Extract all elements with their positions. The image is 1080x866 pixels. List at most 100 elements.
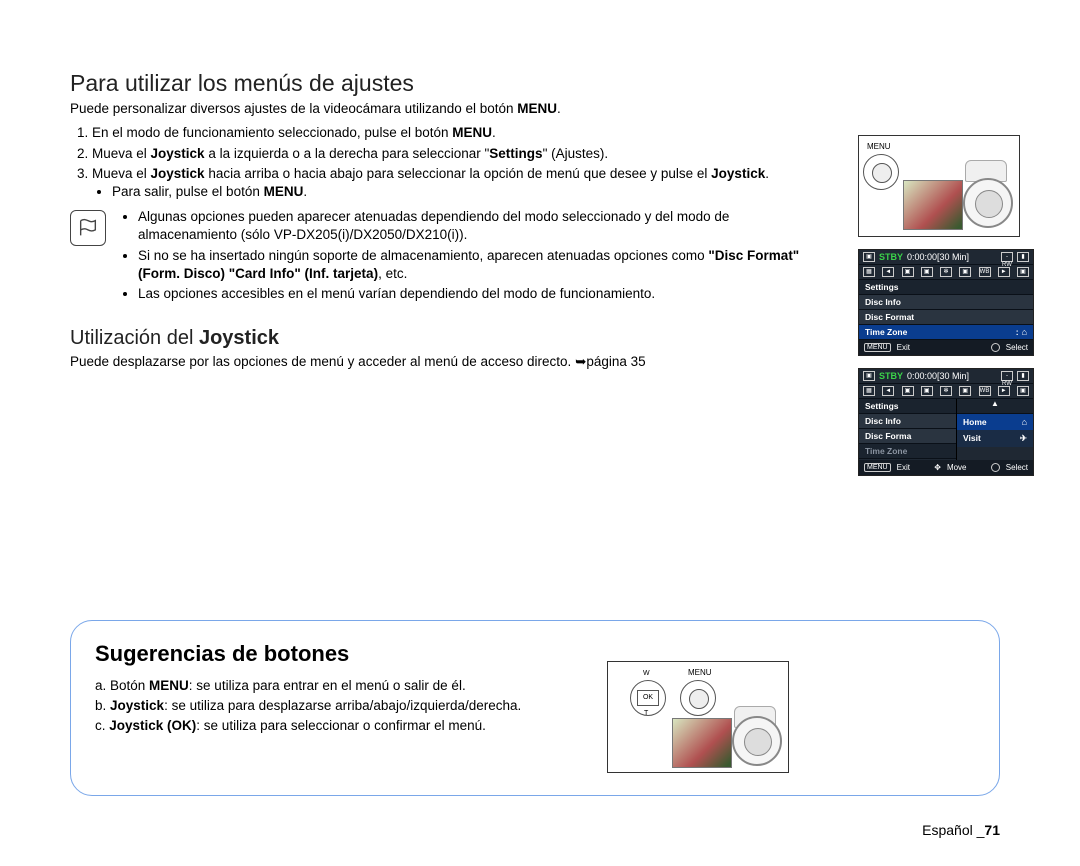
footer-lang: Español _ (922, 822, 984, 838)
note-3: Las opciones accesibles en el menú varía… (138, 285, 820, 303)
h2-b: Joystick (199, 327, 279, 349)
tipb-post: : se utiliza para desplazarse arriba/aba… (164, 698, 521, 713)
camcorder-body-icon (903, 160, 1013, 230)
tipa-post: : se utiliza para entrar en el menú o sa… (189, 678, 466, 693)
rec-time-2: 0:00:00[30 Min] (907, 371, 997, 381)
intro-menu-bold: MENU (517, 101, 557, 116)
note-icon (70, 210, 106, 246)
step2-c: a la izquierda o a la derecha para selec… (205, 146, 490, 161)
note-block: Algunas opciones pueden aparecer atenuad… (70, 208, 820, 305)
tip-a: a. Botón MENU: se utiliza para entrar en… (95, 677, 615, 695)
exit-c: . (303, 184, 307, 199)
home-icon (1022, 327, 1027, 337)
battery-icon-2: ▮ (1017, 371, 1029, 381)
rec-time: 0:00:00[30 Min] (907, 252, 997, 262)
step3-e: . (765, 166, 769, 181)
steps-list: En el modo de funcionamiento seleccionad… (70, 124, 820, 200)
menu-pill: MENU (864, 343, 891, 352)
lcd1-timezone-label: Time Zone (865, 327, 907, 337)
exit-a: Para salir, pulse el botón (112, 184, 264, 199)
note2-a: Si no se ha insertado ningún soporte de … (138, 248, 708, 263)
menu-label: MENU (867, 142, 891, 151)
joystick-text: Puede desplazarse por las opciones de me… (70, 354, 820, 370)
stby-label-2: STBY (879, 371, 903, 381)
h2-a: Utilización del (70, 327, 199, 349)
grid-icon-2: ▦ (863, 386, 875, 396)
tipa-pre: a. Botón (95, 678, 149, 693)
camcorder-icon-2: ▣ (863, 371, 875, 381)
lcd2-timezone: Time Zone (859, 444, 956, 459)
chev-right-icon-2: ► (998, 386, 1010, 396)
lcd2-settings: Settings (859, 399, 956, 414)
right-illustration-column: MENU ▣ STBY 0:00:00[30 Min] -RW ▮ ▦ ◄ ▣ (858, 135, 1018, 476)
zoom-t-label: T (644, 710, 648, 717)
chev-right-icon: ► (998, 267, 1010, 277)
wb-icon: WB (979, 267, 991, 277)
step-2: Mueva el Joystick a la izquierda o a la … (92, 145, 820, 163)
grid-icon: ▦ (863, 267, 875, 277)
heading-settings-menus: Para utilizar los menús de ajustes (70, 70, 820, 97)
step2-b: Joystick (151, 146, 205, 161)
lcd-screen-2: ▣ STBY 0:00:00[30 Min] -RW ▮ ▦ ◄ ▣ ▣ ✻ ▣… (858, 368, 1034, 476)
footer-page-number: 71 (984, 822, 1000, 838)
home-icon-2 (1022, 417, 1027, 427)
page-footer: Español _71 (922, 822, 1000, 838)
tipc-pre: c. (95, 718, 109, 733)
step-1: En el modo de funcionamiento seleccionad… (92, 124, 820, 142)
tipb-pre: b. (95, 698, 110, 713)
lcd2-discinfo: Disc Info (859, 414, 956, 429)
step3-exit: Para salir, pulse el botón MENU. (112, 183, 820, 201)
select-label-2: Select (1006, 463, 1028, 472)
camcorder-icon: ▣ (863, 252, 875, 262)
opt-icon-2: ▣ (902, 386, 914, 396)
tips-camcorder-figure: W T MENU (607, 661, 789, 773)
camcorder-menu-figure: MENU (858, 135, 1020, 237)
menu-label-2: MENU (688, 668, 712, 677)
tipc-bold: Joystick (OK) (109, 718, 196, 733)
step2-e: " (Ajustes). (543, 146, 609, 161)
lcd1-header: ▣ STBY 0:00:00[30 Min] -RW ▮ (859, 250, 1033, 265)
step1-c: . (492, 125, 496, 140)
lcd2-discformat: Disc Forma (859, 429, 956, 444)
tips-box: Sugerencias de botones a. Botón MENU: se… (70, 620, 1000, 796)
exit-label: Exit (897, 343, 910, 352)
select-label: Select (1006, 343, 1028, 352)
chev-left-icon-2: ◄ (882, 386, 894, 396)
opt3-icon: ▣ (959, 267, 971, 277)
note-1: Algunas opciones pueden aparecer atenuad… (138, 208, 820, 244)
opt-icon: ▣ (902, 267, 914, 277)
intro-end: . (557, 101, 561, 116)
popup-home-selected: Home (957, 414, 1033, 430)
step3-a: Mueva el (92, 166, 151, 181)
opt4-icon-2: ▣ (1017, 386, 1029, 396)
lcd2-header: ▣ STBY 0:00:00[30 Min] -RW ▮ (859, 369, 1033, 384)
lcd1-footer: MENU Exit Select (859, 340, 1033, 355)
tip-b: b. Joystick: se utiliza para desplazarse… (95, 697, 615, 715)
popup-home-label: Home (963, 417, 987, 427)
move-cross-icon: ✥ (934, 463, 941, 472)
colon: : (1016, 327, 1019, 337)
opt4-icon: ▣ (1017, 267, 1029, 277)
step1-a: En el modo de funcionamiento seleccionad… (92, 125, 452, 140)
menu-pill-2: MENU (864, 463, 891, 472)
popup-visit: Visit ✈ (957, 430, 1033, 447)
tips-title: Sugerencias de botones (95, 641, 975, 667)
rw-badge-2: -RW (1001, 371, 1013, 381)
step-3: Mueva el Joystick hacia arriba o hacia a… (92, 165, 820, 200)
intro-part1: Puede personalizar diversos ajustes de l… (70, 101, 517, 116)
move-label: Move (947, 463, 967, 472)
tip-c: c. Joystick (OK): se utiliza para selecc… (95, 717, 615, 735)
tipb-bold: Joystick (110, 698, 164, 713)
lcd1-discinfo: Disc Info (859, 295, 1033, 310)
lcd2-footer: MENU Exit ✥ Move Select (859, 460, 1033, 475)
joy-a: Puede desplazarse por las opciones de me… (70, 354, 575, 369)
step2-a: Mueva el (92, 146, 151, 161)
step1-b: MENU (452, 125, 492, 140)
stby-label: STBY (879, 252, 903, 262)
chev-left-icon: ◄ (882, 267, 894, 277)
joy-pageref: ➥página 35 (575, 354, 646, 369)
step3-b: Joystick (151, 166, 205, 181)
step3-c: hacia arriba o hacia abajo para seleccio… (205, 166, 712, 181)
wb-icon-2: WB (979, 386, 991, 396)
popup-visit-label: Visit (963, 433, 981, 444)
